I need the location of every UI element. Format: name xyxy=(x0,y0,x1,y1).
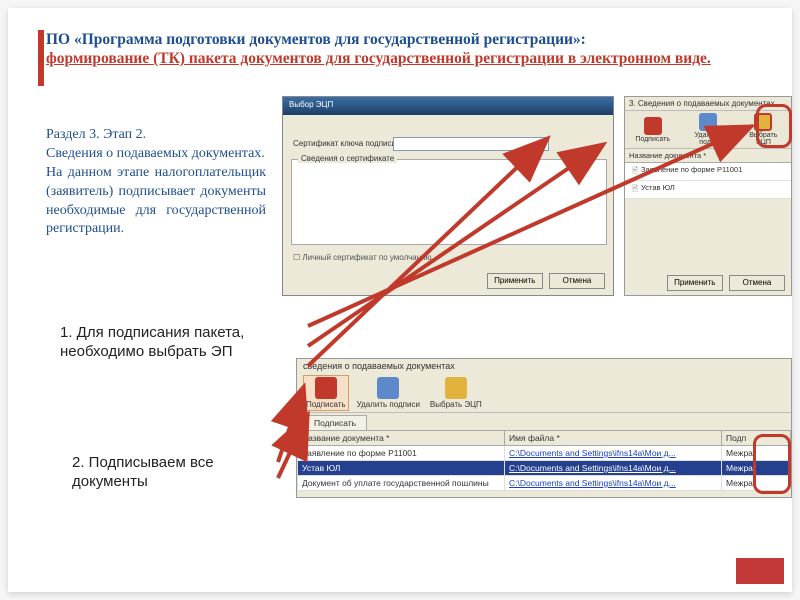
delete-icon xyxy=(377,377,399,399)
body-p1: Сведения о подаваемых документах. xyxy=(46,145,266,164)
corner-accent xyxy=(736,558,784,584)
cert-combobox[interactable] xyxy=(393,137,549,151)
panel-cancel-button[interactable]: Отмена xyxy=(729,275,785,291)
body-p2: На данном этапе налогоплательщик (заявит… xyxy=(46,164,266,240)
grid-header: сведения о подаваемых документах xyxy=(297,359,791,373)
body-text: Раздел 3. Этап 2. Сведения о подаваемых … xyxy=(46,126,266,239)
dialog-select-cert: Выбор ЭЦП Сертификат ключа подписи Сведе… xyxy=(282,96,614,296)
grid-toolbar: Подписать Удалить подписи Выбрать ЭЦП xyxy=(297,373,791,413)
panel-apply-button[interactable]: Применить xyxy=(667,275,723,291)
grid-sign-button[interactable]: Подписать xyxy=(303,375,349,411)
cert-label: Сертификат ключа подписи xyxy=(293,139,396,148)
doc-icon: 🖹 xyxy=(629,165,641,178)
table-row[interactable]: Устав ЮЛ C:\Documents and Settings\ifns1… xyxy=(298,461,791,476)
title-line-1: ПО «Программа подготовки документов для … xyxy=(46,31,586,48)
list-item[interactable]: 🖹Заявление по форме Р11001 xyxy=(625,163,791,181)
col-file[interactable]: Имя файла * xyxy=(505,431,722,446)
delete-icon xyxy=(699,113,717,131)
list-item[interactable]: 🖹Устав ЮЛ xyxy=(625,181,791,199)
grid-delete-signatures-button[interactable]: Удалить подписи xyxy=(355,376,422,410)
sign-button[interactable]: Подписать xyxy=(633,117,673,143)
cert-info-label: Сведения о сертификате xyxy=(298,154,397,163)
doc-icon: 🖹 xyxy=(629,183,641,196)
callout-sig-column xyxy=(753,434,791,494)
cert-info-group: Сведения о сертификате xyxy=(291,159,607,245)
grid-select-ecp-button[interactable]: Выбрать ЭЦП xyxy=(428,376,484,410)
col-name[interactable]: Название документа * xyxy=(298,431,505,446)
file-link[interactable]: C:\Documents and Settings\ifns14a\Мои д.… xyxy=(505,461,722,476)
documents-grid-panel: сведения о подаваемых документах Подписа… xyxy=(296,358,792,498)
cancel-button[interactable]: Отмена xyxy=(549,273,605,289)
sign-icon xyxy=(315,377,337,399)
table-row[interactable]: Заявление по форме Р11001 C:\Documents a… xyxy=(298,446,791,461)
slide-title: ПО «Программа подготовки документов для … xyxy=(46,30,766,69)
delete-signatures-button[interactable]: Удалить подп. xyxy=(688,113,728,146)
table-row[interactable]: Документ об уплате государственной пошли… xyxy=(298,476,791,491)
title-line-2: формирование (ТК) пакета документов для … xyxy=(46,50,711,67)
dialog-titlebar: Выбор ЭЦП xyxy=(283,97,613,115)
file-link[interactable]: C:\Documents and Settings\ifns14a\Мои д.… xyxy=(505,446,722,461)
step-1: 1. Для подписания пакета, необходимо выб… xyxy=(60,324,300,362)
callout-select-ecp xyxy=(756,104,792,148)
default-cert-checkbox[interactable]: Личный сертификат по умолчанию xyxy=(293,253,432,262)
panel-column-header: Название документа * xyxy=(625,149,791,163)
apply-button[interactable]: Применить xyxy=(487,273,543,289)
step-2: 2. Подписываем все документы xyxy=(72,454,292,492)
file-link[interactable]: C:\Documents and Settings\ifns14a\Мои д.… xyxy=(505,476,722,491)
title-accent-bar xyxy=(38,30,44,86)
body-heading: Раздел 3. Этап 2. xyxy=(46,126,266,145)
sign-icon xyxy=(644,117,662,135)
select-ecp-icon xyxy=(445,377,467,399)
sign-tab[interactable]: Подписать xyxy=(303,415,367,430)
documents-table: Название документа * Имя файла * Подп За… xyxy=(297,430,791,491)
